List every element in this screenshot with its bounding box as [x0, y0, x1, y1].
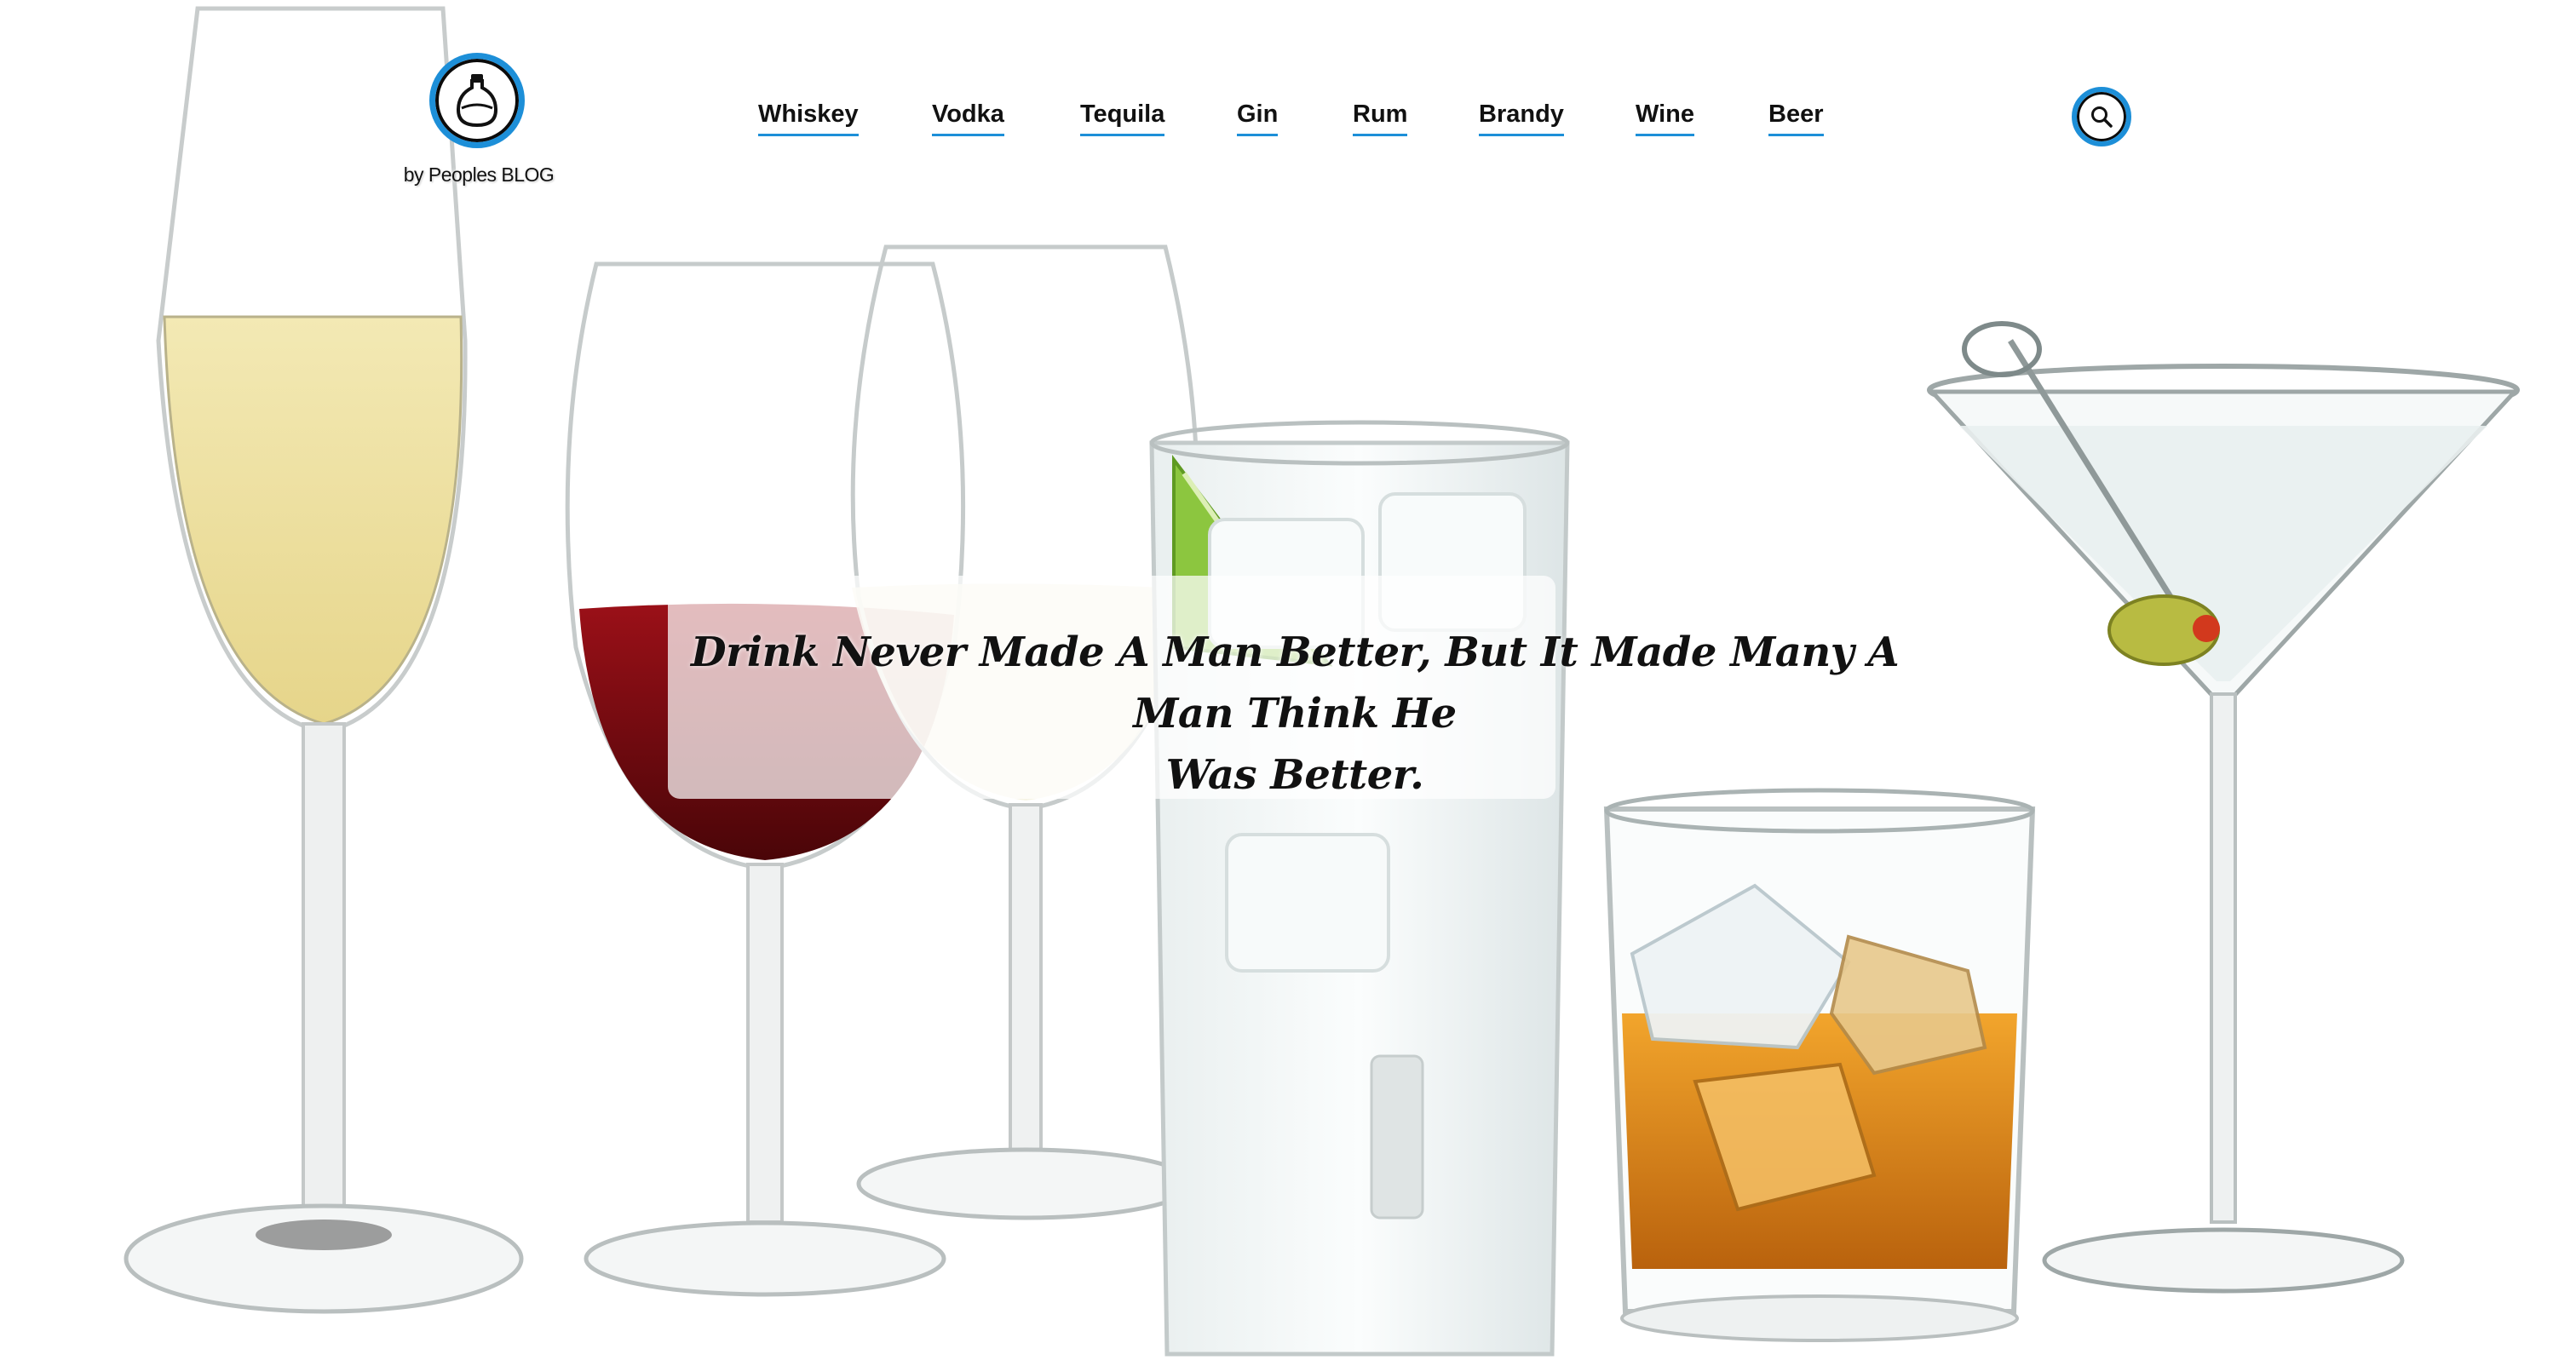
nav-link-wine[interactable]: Wine: [1636, 100, 1695, 136]
nav-link-whiskey[interactable]: Whiskey: [758, 100, 859, 136]
site-logo[interactable]: [429, 53, 525, 148]
hero-quote-line-2: Was Better.: [1165, 751, 1424, 799]
nav-link-gin[interactable]: Gin: [1237, 100, 1279, 136]
logo-tagline: by Peoples BLOG: [403, 164, 555, 186]
nav-link-tequila[interactable]: Tequila: [1080, 100, 1165, 136]
nav-link-rum[interactable]: Rum: [1353, 100, 1408, 136]
rocks-glass-graphic: [1603, 788, 2036, 1342]
hero-quote-line-1: Drink Never Made A Man Better, But It Ma…: [690, 628, 1900, 738]
champagne-flute-graphic: [124, 6, 524, 1314]
hero-quote: Drink Never Made A Man Better, But It Ma…: [673, 622, 1917, 806]
search-button[interactable]: [2072, 87, 2131, 146]
nav-link-brandy[interactable]: Brandy: [1479, 100, 1564, 136]
highball-glass-graphic: [1149, 420, 1570, 1357]
bottle-icon: [456, 74, 498, 128]
nav-link-vodka[interactable]: Vodka: [932, 100, 1004, 136]
nav-link-beer[interactable]: Beer: [1768, 100, 1824, 136]
search-icon: [2091, 106, 2113, 128]
